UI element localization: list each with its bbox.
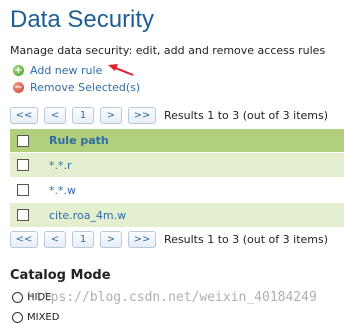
hide-label: HIDE (27, 292, 52, 303)
rule-path-link[interactable]: *.*.w (49, 184, 76, 197)
first-page-button[interactable]: << (10, 231, 38, 248)
mixed-radio[interactable] (12, 312, 23, 323)
prev-page-button[interactable]: < (44, 107, 66, 124)
page-1-button[interactable]: 1 (72, 107, 94, 124)
page-title: Data Security (10, 6, 155, 33)
next-page-button[interactable]: > (100, 231, 122, 248)
row-checkbox[interactable] (17, 159, 29, 171)
rule-path-link[interactable]: cite.roa_4m.w (49, 209, 126, 222)
rule-path-link[interactable]: *.*.r (49, 159, 72, 172)
watermark: https://blog.csdn.net/weixin_40184249 (27, 290, 317, 305)
add-new-rule-link[interactable]: + Add new rule (13, 64, 102, 77)
next-page-button[interactable]: > (100, 107, 122, 124)
table-header-row: Rule path (10, 129, 344, 153)
row-checkbox[interactable] (17, 184, 29, 196)
pager-bottom: << < 1 > >> Results 1 to 3 (out of 3 ite… (10, 231, 328, 248)
page-description: Manage data security: edit, add and remo… (10, 44, 326, 57)
table-row: *.*.w (10, 178, 344, 203)
first-page-button[interactable]: << (10, 107, 38, 124)
rules-table: Rule path *.*.r *.*.w cite.roa_4m.w (10, 129, 344, 228)
catalog-option-mixed[interactable]: MIXED (12, 312, 59, 323)
add-icon: + (13, 65, 24, 76)
prev-page-button[interactable]: < (44, 231, 66, 248)
row-checkbox[interactable] (17, 209, 29, 221)
pager-top: << < 1 > >> Results 1 to 3 (out of 3 ite… (10, 107, 328, 124)
add-new-rule-label: Add new rule (30, 64, 103, 77)
last-page-button[interactable]: >> (128, 231, 156, 248)
remove-selected-link[interactable]: − Remove Selected(s) (13, 81, 140, 94)
remove-icon: − (13, 82, 24, 93)
catalog-option-hide[interactable]: HIDE (12, 292, 52, 303)
hide-radio[interactable] (12, 292, 23, 303)
results-count: Results 1 to 3 (out of 3 items) (164, 109, 329, 122)
select-all-checkbox[interactable] (17, 134, 29, 147)
rule-path-column-header[interactable]: Rule path (49, 134, 109, 147)
results-count: Results 1 to 3 (out of 3 items) (164, 233, 329, 246)
mixed-label: MIXED (27, 312, 60, 323)
table-row: cite.roa_4m.w (10, 203, 344, 228)
catalog-mode-title: Catalog Mode (10, 268, 111, 283)
annotation-arrow-icon (108, 64, 134, 76)
table-row: *.*.r (10, 153, 344, 178)
last-page-button[interactable]: >> (128, 107, 156, 124)
page-1-button[interactable]: 1 (72, 231, 94, 248)
remove-selected-label: Remove Selected(s) (30, 81, 141, 94)
